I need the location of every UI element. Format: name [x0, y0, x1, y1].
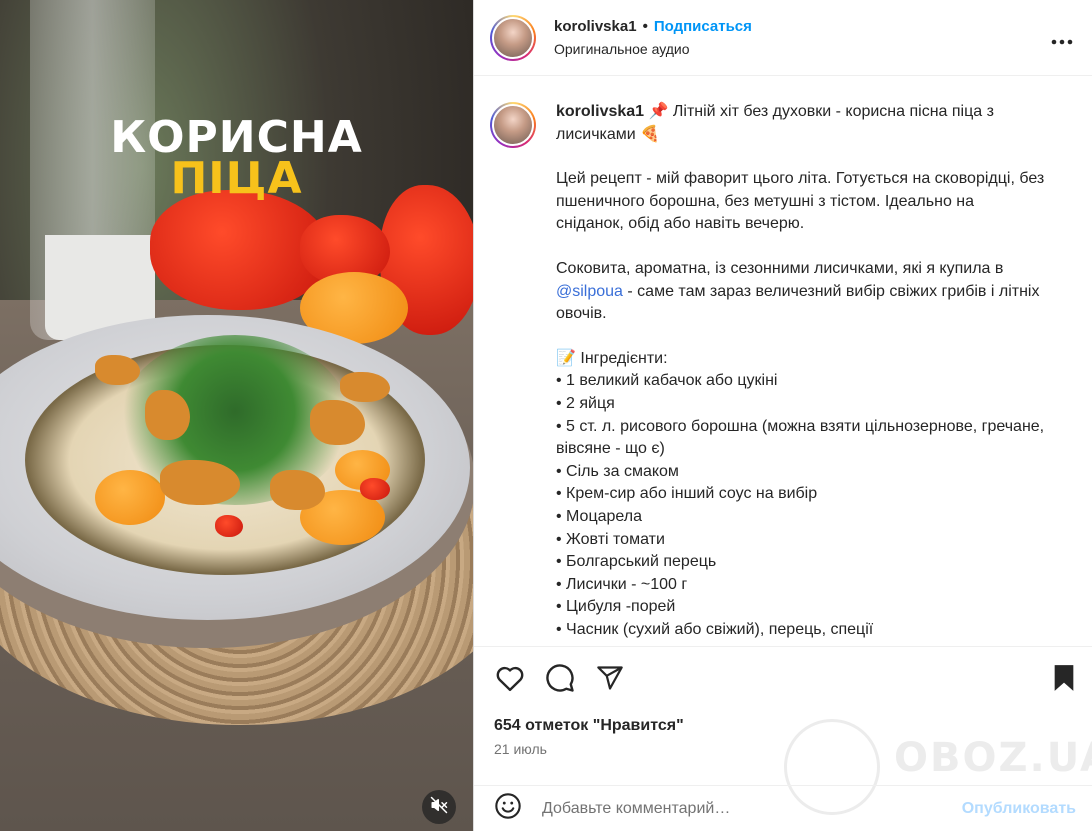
like-button[interactable]: [494, 664, 526, 696]
ingredients-title: 📝 Інгредієнти:: [556, 349, 668, 367]
post-side-panel: korolivska1 • Подписаться Оригинальное ауд…: [473, 0, 1092, 831]
separator-dot: •: [642, 18, 648, 35]
follow-button[interactable]: Подписаться: [654, 18, 752, 35]
mute-button[interactable]: [422, 790, 456, 824]
ingredient-item: • 2 яйця: [556, 394, 615, 412]
ingredient-item: • Часник (сухий або свіжий), перець, спе…: [556, 620, 874, 638]
more-options-button[interactable]: [1050, 26, 1074, 50]
share-icon: [595, 664, 625, 697]
caption-avatar[interactable]: [490, 102, 536, 148]
ingredient-item: • Болгарський перець: [556, 553, 717, 571]
ingredients-list: • 1 великий кабачок або цукіні • 2 яйця …: [556, 370, 1046, 641]
caption-text: - саме там зараз величезний вибір свіжих…: [556, 282, 1040, 323]
emoji-icon[interactable]: [494, 792, 522, 825]
ingredient-item: • Сіль за смаком: [556, 462, 679, 480]
ingredient-item: • Цибуля -порей: [556, 598, 676, 616]
ingredient-item: • Моцарела: [556, 507, 643, 525]
mention-link[interactable]: @silpoua: [556, 283, 623, 300]
ingredient-item: • Крем-сир або інший соус на вибір: [556, 485, 818, 503]
likes-count[interactable]: 654 отметок "Нравится": [474, 717, 1092, 735]
ingredient-item: • 1 великий кабачок або цукіні: [556, 372, 778, 390]
comment-bar: Опубликовать: [474, 785, 1092, 831]
overlay-title-line2: ПІЦА: [170, 153, 303, 204]
watermark-text: OBOZ.UA: [894, 735, 1092, 781]
speaker-muted-icon: [430, 796, 448, 819]
ingredient-item: • 5 ст. л. рисового борошна (можна взяти…: [556, 417, 1045, 458]
comment-icon: [545, 663, 575, 698]
ingredient-item: • Жовті томати: [556, 530, 665, 548]
ingredient-item: • Лисички - ~100 г: [556, 575, 688, 593]
post-video[interactable]: КОРИСНА ПІЦА: [0, 0, 473, 831]
caption-paragraph: Цей рецепт - мій фаворит цього літа. Гот…: [556, 170, 1045, 233]
save-button[interactable]: [1048, 664, 1080, 696]
caption-username[interactable]: korolivska1: [556, 103, 644, 120]
bookmark-icon: [1052, 664, 1076, 697]
audio-link[interactable]: Оригинальное аудио: [554, 41, 1050, 57]
publish-button[interactable]: Опубликовать: [962, 800, 1076, 818]
comment-input[interactable]: [540, 798, 962, 819]
comment-button[interactable]: [544, 663, 576, 698]
post-caption: korolivska1 📌 Літній хіт без духовки - к…: [474, 77, 1092, 645]
avatar[interactable]: [490, 14, 536, 61]
post-actions: 654 отметок "Нравится" 21 июль OBOZ.UA: [474, 646, 1092, 815]
post-header: korolivska1 • Подписаться Оригинальное ауд…: [474, 0, 1092, 76]
more-options-icon: [1051, 25, 1073, 51]
post-modal: КОРИСНА ПІЦА korolivska1 • Подписаться Ори…: [0, 0, 1092, 831]
heart-icon: [495, 664, 525, 697]
username-link[interactable]: korolivska1: [554, 18, 637, 35]
share-button[interactable]: [594, 664, 626, 696]
caption-text: Соковита, ароматна, із сезонними лисичка…: [556, 259, 1004, 277]
